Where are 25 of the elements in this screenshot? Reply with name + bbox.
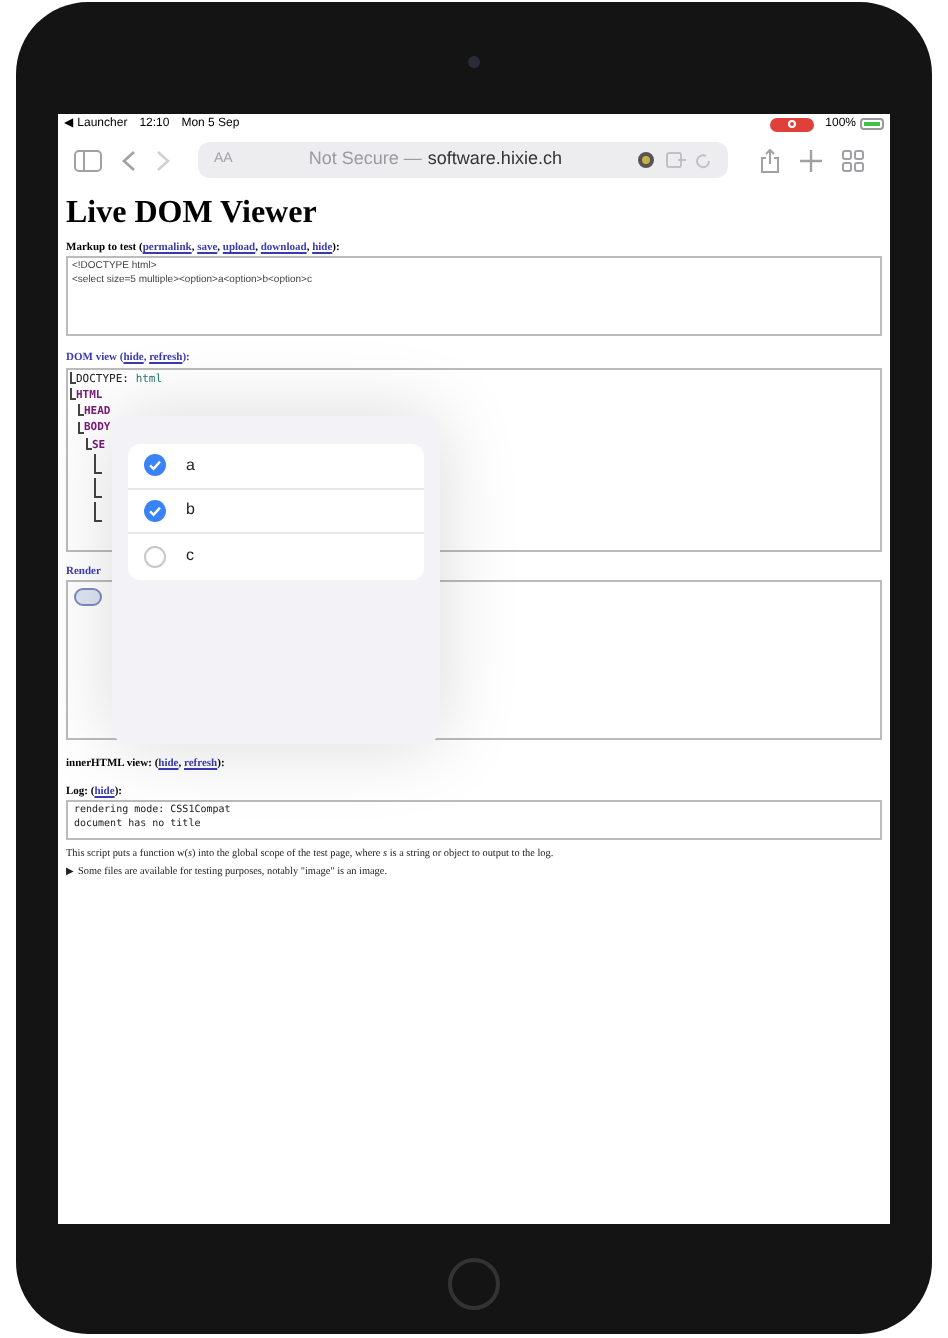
option-row[interactable]: b (128, 489, 424, 534)
camera-icon (468, 56, 480, 68)
sidebar-icon[interactable] (74, 149, 102, 171)
security-label: Not Secure — (308, 146, 422, 173)
back-icon[interactable] (122, 149, 136, 171)
option-label: a (186, 453, 195, 478)
tree-branch (94, 501, 102, 522)
option-row[interactable]: a (128, 444, 424, 489)
reload-icon[interactable] (694, 151, 712, 169)
option-row[interactable]: c (128, 534, 424, 579)
home-button[interactable] (448, 1258, 500, 1310)
new-tab-icon[interactable] (800, 149, 822, 171)
forward-icon[interactable] (156, 149, 170, 171)
reader-icon[interactable] (666, 152, 686, 168)
extension-icon[interactable] (638, 152, 654, 168)
tree-branch (94, 453, 102, 474)
share-icon[interactable] (760, 147, 780, 173)
page-title: Live DOM Viewer (66, 194, 319, 234)
tabs-icon[interactable] (842, 149, 864, 171)
domain-text: software.hixie.ch (427, 146, 562, 173)
option-label: c (186, 544, 194, 569)
battery-icon (860, 118, 884, 130)
tree-branch (94, 477, 102, 498)
select-control[interactable] (74, 587, 102, 606)
option-label: b (186, 498, 195, 523)
